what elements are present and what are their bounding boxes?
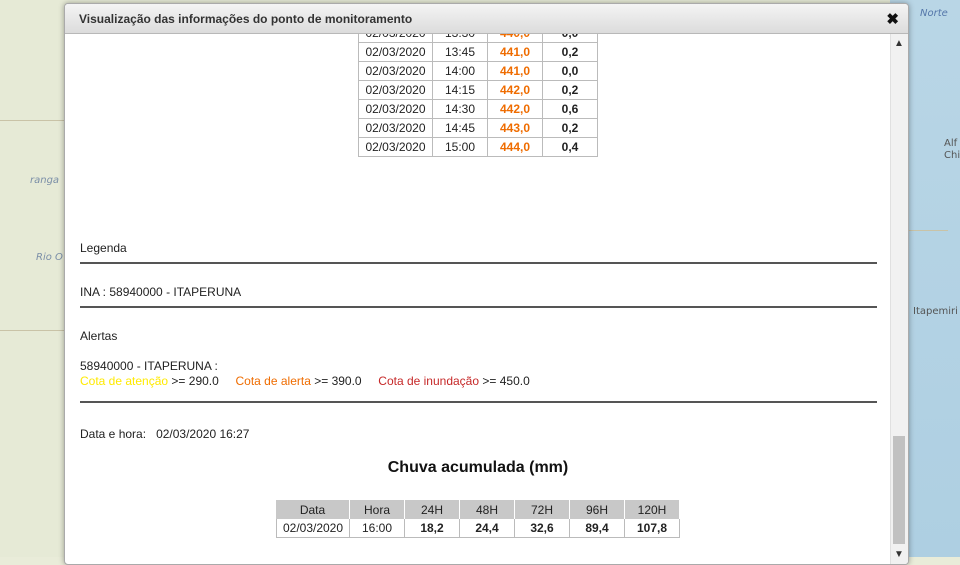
- level-rain-cell: 0,0: [543, 34, 598, 43]
- level-value-cell: 441,0: [488, 62, 543, 81]
- rain-table: Data Hora 24H 48H 72H 96H 120H 02/03/202…: [276, 500, 680, 538]
- rain-cell: 24,4: [460, 519, 515, 538]
- dialog-titlebar[interactable]: Visualização das informações do ponto de…: [65, 4, 908, 34]
- datetime: Data e hora: 02/03/2020 16:27: [80, 427, 249, 441]
- level-row: 02/03/2020 15:00 444,0 0,4: [358, 138, 598, 157]
- level-value-cell: 441,0: [488, 43, 543, 62]
- dialog-scrollbar[interactable]: ▲ ▼: [890, 34, 908, 564]
- level-row: 02/03/202013:30440,00,0: [358, 34, 598, 43]
- scroll-up-icon[interactable]: ▲: [894, 38, 904, 49]
- attention-label: Cota de atenção: [80, 374, 169, 388]
- rain-cell: 107,8: [625, 519, 680, 538]
- legend-ina: INA : 58940000 - ITAPERUNA: [80, 285, 242, 299]
- level-rain-cell: 0,6: [543, 100, 598, 119]
- level-rain-cell: 0,0: [543, 62, 598, 81]
- flood-value: >= 450.0: [482, 374, 530, 388]
- divider: [80, 306, 877, 308]
- level-date-cell: 02/03/2020: [358, 138, 433, 157]
- level-row: 02/03/2020 13:45 441,0 0,2: [358, 43, 598, 62]
- rain-header: 48H: [460, 500, 515, 519]
- level-date-cell: 02/03/2020: [358, 81, 433, 100]
- rain-cell: 89,4: [570, 519, 625, 538]
- level-date-cell: 02/03/2020: [358, 43, 433, 62]
- map-label: Itapemiri: [913, 306, 958, 317]
- rain-header: 24H: [405, 500, 460, 519]
- level-value-cell: 444,0: [488, 138, 543, 157]
- legend-heading: Legenda: [80, 241, 127, 255]
- level-date-cell: 02/03/2020: [358, 119, 433, 138]
- rain-header: 96H: [570, 500, 625, 519]
- rain-cell: 32,6: [515, 519, 570, 538]
- map-road: [0, 330, 64, 331]
- attention-value: >= 290.0: [171, 374, 219, 388]
- alerts-station: 58940000 - ITAPERUNA :: [80, 359, 218, 373]
- datetime-value: 02/03/2020 16:27: [156, 427, 250, 441]
- level-row: 02/03/2020 14:30 442,0 0,6: [358, 100, 598, 119]
- rain-header: Hora: [350, 500, 405, 519]
- level-date-cell: 02/03/2020: [358, 34, 433, 43]
- level-rain-cell: 0,4: [543, 138, 598, 157]
- map-label: Rio O: [36, 252, 63, 263]
- level-rain-cell: 0,2: [543, 81, 598, 100]
- rain-title: Chuva acumulada (mm): [387, 459, 569, 476]
- datetime-label: Data e hora:: [80, 427, 147, 441]
- flood-label: Cota de inundação: [378, 374, 480, 388]
- rain-cell: 18,2: [405, 519, 460, 538]
- level-value-cell: 440,0: [488, 34, 543, 43]
- level-date-cell: 02/03/2020: [358, 100, 433, 119]
- level-time-cell: 13:30: [433, 34, 488, 43]
- divider: [80, 262, 877, 264]
- level-value-cell: 442,0: [488, 81, 543, 100]
- rain-header: Data: [276, 500, 350, 519]
- level-row: 02/03/2020 14:45 443,0 0,2: [358, 119, 598, 138]
- alert-value: >= 390.0: [314, 374, 362, 388]
- monitoring-point-dialog: Visualização das informações do ponto de…: [64, 3, 909, 565]
- level-time-cell: 14:30: [433, 100, 488, 119]
- rain-cell: 02/03/2020: [276, 519, 350, 538]
- map-label: ranga: [30, 175, 60, 186]
- map-label: Norte: [920, 8, 948, 19]
- rain-header: 120H: [625, 500, 680, 519]
- level-time-cell: 13:45: [433, 43, 488, 62]
- level-time-cell: 14:15: [433, 81, 488, 100]
- level-table: 02/03/202013:30440,00,002/03/202013:4544…: [358, 34, 598, 157]
- map-label: Chi: [944, 150, 960, 161]
- level-value-cell: 443,0: [488, 119, 543, 138]
- level-row: 02/03/2020 14:15 442,0 0,2: [358, 81, 598, 100]
- dialog-title: Visualização das informações do ponto de…: [79, 12, 413, 26]
- close-icon[interactable]: ✖: [886, 10, 899, 28]
- level-rain-cell: 0,2: [543, 119, 598, 138]
- level-time-cell: 14:00: [433, 62, 488, 81]
- alert-label: Cota de alerta: [235, 374, 311, 388]
- map-road: [0, 120, 64, 121]
- alerts-thresholds: Cota de atenção >= 290.0 Cota de alerta …: [80, 374, 530, 388]
- level-row: 02/03/2020 14:00 441,0 0,0: [358, 62, 598, 81]
- level-rain-cell: 0,2: [543, 43, 598, 62]
- level-value-cell: 442,0: [488, 100, 543, 119]
- divider: [80, 401, 877, 403]
- level-time-cell: 15:00: [433, 138, 488, 157]
- rain-row: 02/03/2020 16:00 18,2 24,4 32,6 89,4 107…: [276, 519, 680, 538]
- level-date-cell: 02/03/2020: [358, 62, 433, 81]
- map-road: [908, 230, 948, 231]
- dialog-content: 02/03/202013:30440,00,002/03/202013:4544…: [65, 34, 891, 564]
- alerts-heading: Alertas: [80, 329, 118, 343]
- level-time-cell: 14:45: [433, 119, 488, 138]
- map-label: Alf: [944, 138, 958, 149]
- scroll-down-icon[interactable]: ▼: [894, 549, 904, 560]
- scrollbar-thumb[interactable]: [893, 436, 905, 544]
- rain-cell: 16:00: [350, 519, 405, 538]
- rain-header: 72H: [515, 500, 570, 519]
